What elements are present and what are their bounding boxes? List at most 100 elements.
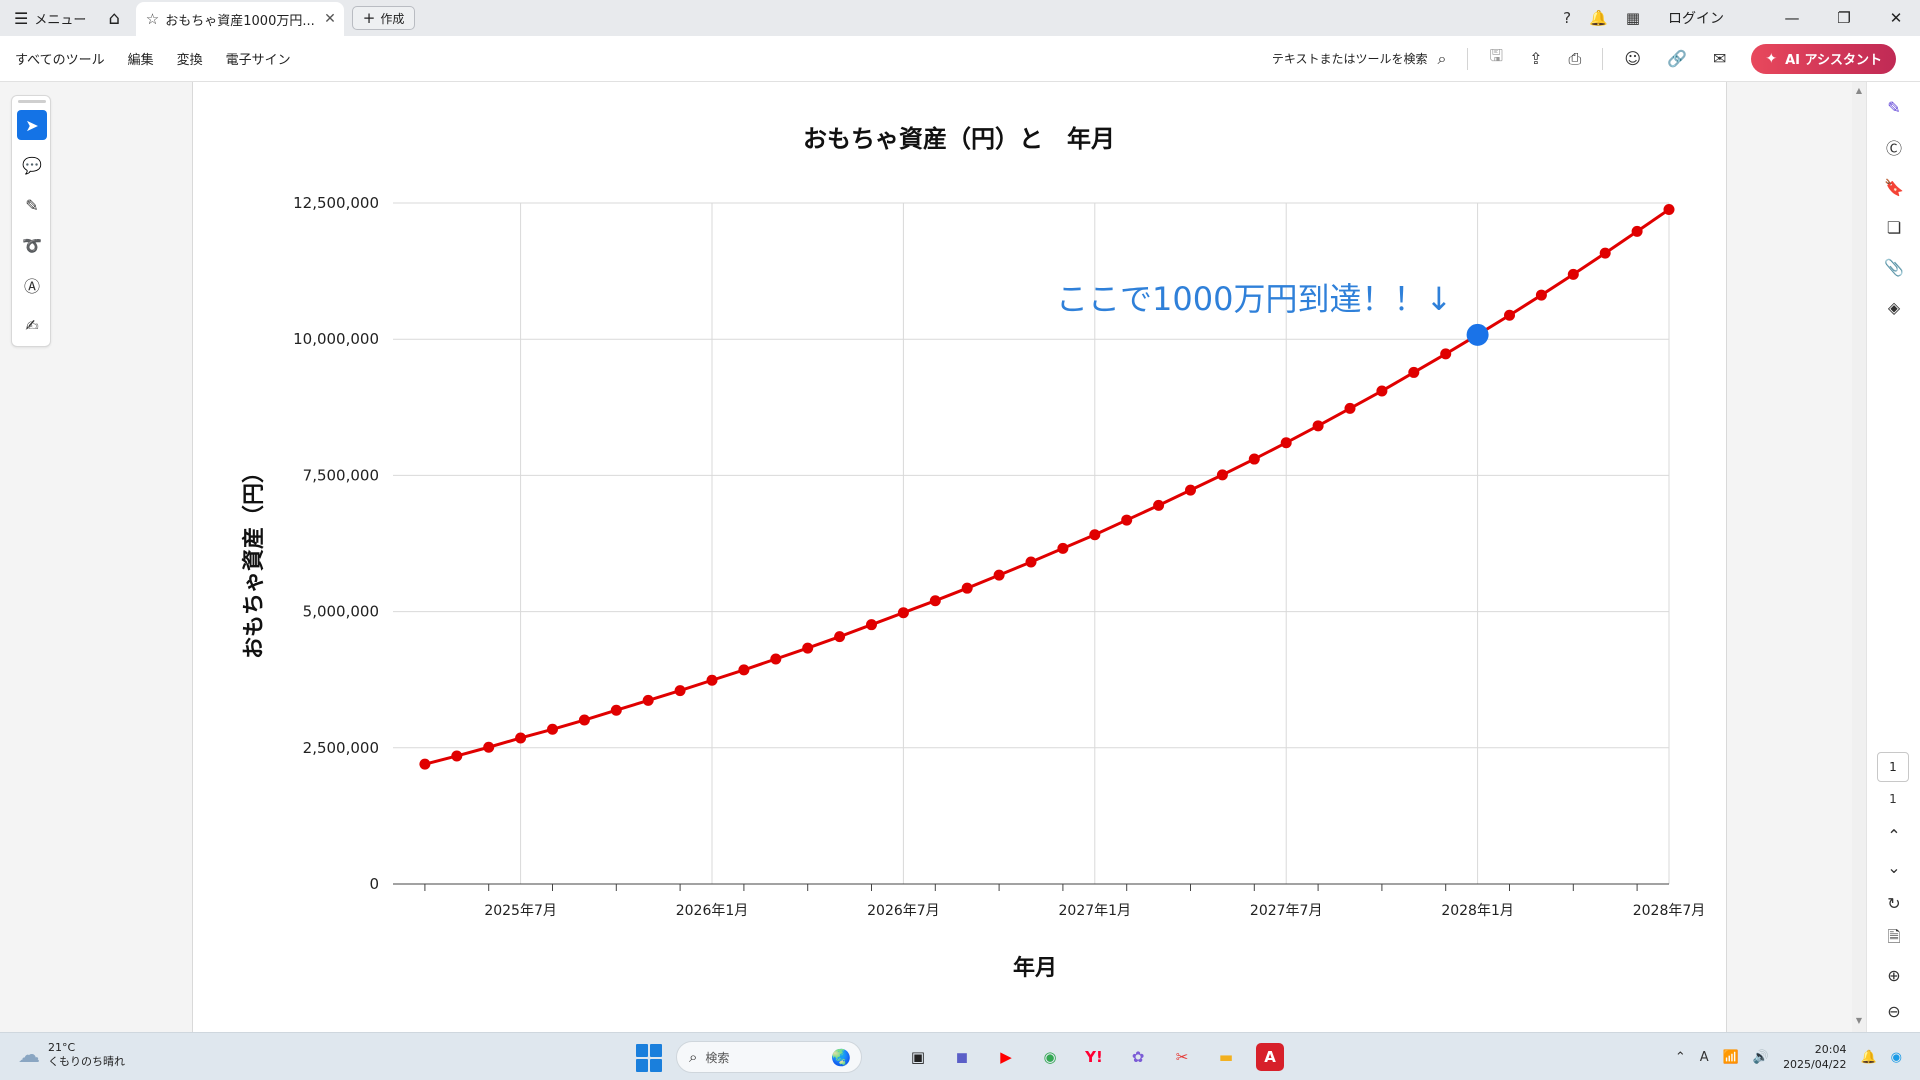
youtube-icon[interactable]: ▶ [992,1043,1020,1071]
bookmark-icon[interactable]: 🔖 [1879,172,1909,202]
upload-icon[interactable]: ⇪ [1529,49,1542,68]
copilot-tray-icon[interactable]: ◉ [1891,1050,1902,1065]
data-point [1153,499,1165,511]
esign-menu[interactable]: 電子サイン [226,49,291,68]
data-point [1280,437,1292,449]
copilot-icon[interactable]: ✿ [1124,1043,1152,1071]
minimize-icon[interactable]: — [1768,9,1816,27]
print-icon[interactable]: ⎙ [1569,49,1582,69]
title-bar: ☰ メニュー ⌂ ☆ おもちゃ資産1000万円... ✕ + 作成 ? 🔔 ▦ … [0,0,1920,36]
edit-menu[interactable]: 編集 [128,49,154,68]
menu-button[interactable]: ☰ メニュー [14,0,86,36]
hamburger-icon: ☰ [14,8,29,28]
data-point [674,685,686,697]
lasso-icon[interactable]: ➰ [17,230,47,260]
restore-icon[interactable]: ❐ [1820,9,1868,27]
right-sidebar: ✎ Ⓒ 🔖 ❏ 📎 ◈ 1 1 ⌃ ⌄ ↻ 🗎 ⊕ ⊖ [1866,82,1920,1032]
data-point [610,704,622,716]
windows-start-icon[interactable] [636,1044,664,1072]
x-tick-label: 2026年7月 [867,903,940,919]
taskbar-search[interactable]: ⌕ 検索 🌏 [676,1041,862,1073]
all-tools-menu[interactable]: すべてのツール [15,49,105,68]
layers-icon[interactable]: ◈ [1879,292,1909,322]
create-button[interactable]: + 作成 [351,6,416,30]
y-tick-label: 2,500,000 [303,739,379,757]
rail-handle[interactable] [18,100,46,103]
home-icon[interactable]: ⌂ [108,8,119,29]
data-point [834,631,846,643]
chevron-down-icon[interactable]: ⌄ [1879,852,1909,882]
data-point [802,642,814,654]
rotate-icon[interactable]: ↻ [1879,888,1909,918]
pen-icon[interactable]: ✎ [17,190,47,220]
share-user-icon[interactable]: ☺ [1624,49,1641,68]
x-tick-label: 2026年1月 [676,903,749,919]
quick-tools-rail: ➤ 💬 ✎ ➰ Ⓐ ✍ [11,95,51,347]
data-point [1599,247,1611,259]
select-cursor-icon[interactable]: ➤ [17,110,47,140]
document-tab[interactable]: ☆ おもちゃ資産1000万円... ✕ [135,2,344,36]
y-axis: 0 2,500,000 5,000,000 7,500,000 10,000,000 12… [293,194,379,893]
acrobat-icon[interactable]: A [1256,1043,1284,1071]
highlight-point [1466,323,1489,346]
clock[interactable]: 20:04 2025/04/22 [1783,1042,1846,1072]
data-point [1631,225,1643,237]
series-line [424,208,1670,766]
help-icon[interactable]: ? [1563,9,1571,27]
mail-icon[interactable]: ✉ [1713,49,1726,68]
cloud-icon: ☁ [18,1042,40,1068]
data-point [1504,309,1515,321]
save-icon[interactable]: 🖫 [1489,45,1503,72]
sign-pen-icon[interactable]: ✍ [17,310,47,340]
ai-summary-icon[interactable]: ✎ [1879,92,1909,122]
snipping-tool-icon[interactable]: ✂ [1168,1043,1196,1071]
link-icon[interactable]: 🔗 [1667,49,1687,68]
search-icon[interactable]: ⌕ [1438,49,1447,69]
file-explorer-icon[interactable]: ▬ [1212,1043,1240,1071]
speaker-icon[interactable]: 🔊 [1753,1050,1769,1065]
window-close-icon[interactable]: ✕ [1872,9,1920,27]
comment-icon[interactable]: 💬 [17,150,47,180]
data-point [1663,204,1675,216]
chrome-icon[interactable]: ◉ [1036,1043,1064,1071]
ime-indicator[interactable]: A [1700,1050,1709,1065]
scroll-down-icon[interactable]: ▼ [1852,1016,1866,1025]
date: 2025/04/22 [1783,1058,1847,1071]
data-point [770,653,782,665]
text-select-icon[interactable]: Ⓐ [17,270,47,300]
comments-icon[interactable]: Ⓒ [1879,132,1909,162]
close-icon[interactable]: ✕ [324,11,336,27]
notification-bell-icon[interactable]: 🔔 [1860,1050,1876,1065]
task-view-icon[interactable]: ▣ [904,1043,932,1071]
wifi-icon[interactable]: 📶 [1723,1050,1739,1065]
ai-assistant-label: AI アシスタント [1785,53,1882,68]
page-fit-icon[interactable]: 🗎 [1879,924,1909,954]
star-icon[interactable]: ☆ [146,10,159,28]
yahoo-icon[interactable]: Y! [1080,1043,1108,1071]
data-point [929,595,941,607]
attachment-icon[interactable]: 📎 [1879,252,1909,282]
bell-icon[interactable]: 🔔 [1589,9,1608,27]
weather-widget[interactable]: ☁ 21°C くもりのち晴れ [18,1041,125,1069]
main-toolbar: すべてのツール 編集 変換 電子サイン テキストまたはツールを検索 ⌕ 🖫 ⇪ … [0,36,1920,82]
tab-label: おもちゃ資産1000万円... [165,13,315,29]
data-point [1121,514,1133,526]
data-point [706,674,718,686]
ai-assistant-button[interactable]: ✦ AI アシスタント [1751,43,1896,74]
vertical-scrollbar[interactable]: ▲ ▼ [1852,82,1866,1032]
data-point [1025,556,1037,568]
data-point [1216,469,1228,481]
tool-search[interactable]: テキストまたはツールを検索 [1272,50,1428,67]
apps-grid-icon[interactable]: ▦ [1626,9,1640,27]
page-number-input[interactable]: 1 [1877,752,1909,782]
chevron-up-icon[interactable]: ⌃ [1675,1050,1686,1065]
pages-icon[interactable]: ❏ [1879,212,1909,242]
login-button[interactable]: ログイン [1668,8,1724,28]
zoom-in-icon[interactable]: ⊕ [1879,960,1909,990]
teams-icon[interactable]: ◼ [948,1043,976,1071]
convert-menu[interactable]: 変換 [177,49,203,68]
zoom-out-icon[interactable]: ⊖ [1879,996,1909,1026]
scroll-up-icon[interactable]: ▲ [1852,86,1866,95]
data-point [1376,385,1388,397]
chevron-up-icon[interactable]: ⌃ [1879,820,1909,850]
